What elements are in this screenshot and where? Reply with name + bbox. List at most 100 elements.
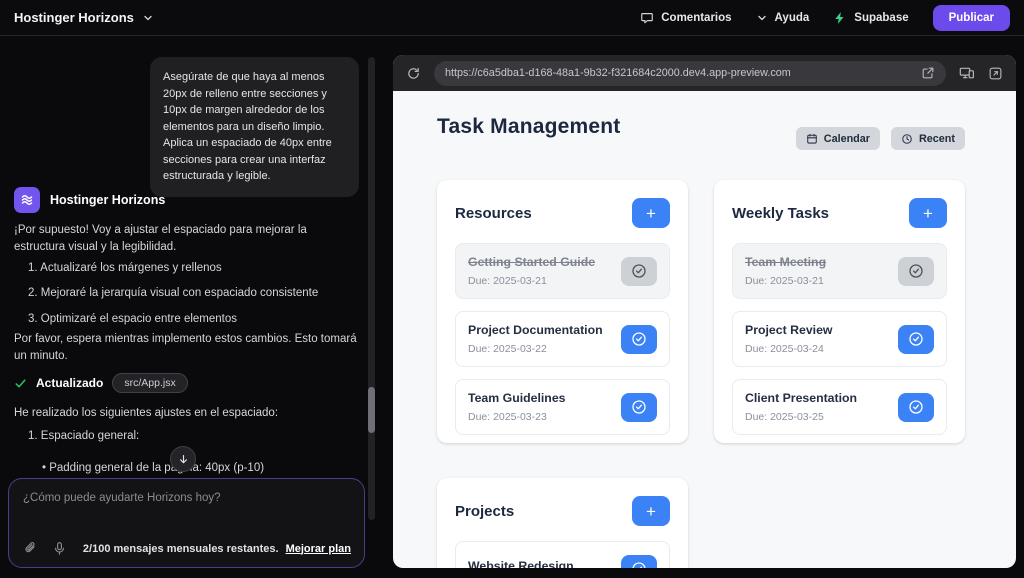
card-title: Resources	[455, 205, 532, 222]
task-due: Due: 2025-03-24	[745, 343, 832, 355]
task-due: Due: 2025-03-23	[468, 411, 566, 423]
scroll-to-bottom-button[interactable]	[170, 446, 196, 472]
open-external-icon[interactable]	[921, 66, 935, 80]
task-title: Client Presentation	[745, 391, 857, 405]
task-due: Due: 2025-03-25	[745, 411, 857, 423]
task-title: Team Guidelines	[468, 391, 566, 405]
assistant-step: 2. Mejoraré la jerarquía visual con espa…	[28, 285, 358, 302]
user-message-text-1: Asegúrate de que haya al menos 20px de r…	[163, 69, 346, 135]
clock-icon	[901, 133, 913, 145]
chevron-down-icon	[142, 12, 154, 24]
task-title: Team Meeting	[745, 255, 826, 269]
toggle-complete-button[interactable]	[621, 393, 657, 422]
top-bar: Hostinger Horizons Comentarios Ayuda Sup…	[0, 0, 1024, 36]
workspace-menu[interactable]: Hostinger Horizons	[14, 10, 154, 25]
supabase-button[interactable]: Supabase	[833, 11, 908, 25]
chat-input[interactable]: ¿Cómo puede ayudarte Horizons hoy? 2/100…	[8, 478, 365, 568]
view-toggle-buttons: Calendar Recent	[796, 127, 965, 150]
assistant-steps: 1. Actualizaré los márgenes y rellenos 2…	[28, 260, 358, 336]
assistant-summary-intro: He realizado los siguientes ajustes en e…	[14, 405, 358, 422]
toggle-complete-button[interactable]	[898, 325, 934, 354]
assistant-name: Hostinger Horizons	[50, 193, 165, 207]
check-circle-icon	[908, 263, 924, 279]
check-icon	[14, 377, 27, 390]
preview-page: Task Management Calendar Recent Resource…	[393, 91, 1016, 568]
status-label: Actualizado	[36, 376, 103, 390]
attachment-icon[interactable]	[23, 541, 38, 556]
app-preview-panel: https://c6a5dba1-d168-48a1-9b32-f321684c…	[393, 55, 1016, 568]
toggle-complete-button[interactable]	[898, 257, 934, 286]
preview-browser-bar: https://c6a5dba1-d168-48a1-9b32-f321684c…	[393, 55, 1016, 91]
calendar-label: Calendar	[824, 133, 870, 145]
task-row: Team Meeting Due: 2025-03-21	[732, 243, 947, 299]
user-message: Asegúrate de que haya al menos 20px de r…	[150, 57, 359, 197]
chevron-down-icon	[756, 12, 768, 24]
chat-panel: Asegúrate de que haya al menos 20px de r…	[0, 36, 380, 578]
task-row: Project Documentation Due: 2025-03-22	[455, 311, 670, 367]
task-row: Getting Started Guide Due: 2025-03-21	[455, 243, 670, 299]
task-title: Project Documentation	[468, 323, 603, 337]
assistant-step: 3. Optimizaré el espacio entre elementos	[28, 311, 358, 328]
add-item-button[interactable]: +	[632, 198, 670, 228]
recent-button[interactable]: Recent	[891, 127, 965, 150]
recent-label: Recent	[919, 133, 955, 145]
check-circle-icon	[631, 399, 647, 415]
task-due: Due: 2025-03-21	[745, 275, 826, 287]
topbar-actions: Comentarios Ayuda Supabase Publicar	[640, 5, 1010, 31]
toggle-complete-button[interactable]	[898, 393, 934, 422]
chat-scrollbar-thumb[interactable]	[368, 387, 375, 433]
task-due: Due: 2025-03-21	[468, 275, 595, 287]
microphone-icon[interactable]	[52, 541, 67, 556]
task-title: Website Redesign	[468, 559, 574, 568]
user-message-text-2: Aplica un espaciado de 40px entre seccio…	[163, 135, 346, 185]
card-projects: Projects + Website Redesign	[437, 478, 688, 568]
check-circle-icon	[908, 399, 924, 415]
task-row: Team Guidelines Due: 2025-03-23	[455, 379, 670, 435]
check-circle-icon	[631, 561, 647, 568]
help-menu[interactable]: Ayuda	[756, 12, 810, 24]
supabase-bolt-icon	[833, 11, 847, 25]
add-item-button[interactable]: +	[909, 198, 947, 228]
check-circle-icon	[631, 263, 647, 279]
assistant-summary-bullet: • Padding general de la página: 40px (p-…	[42, 460, 352, 477]
file-chip[interactable]: src/App.jsx	[112, 373, 187, 393]
toggle-complete-button[interactable]	[621, 257, 657, 286]
chat-input-placeholder: ¿Cómo puede ayudarte Horizons hoy?	[23, 492, 350, 504]
comments-label: Comentarios	[661, 12, 731, 24]
comments-button[interactable]: Comentarios	[640, 11, 731, 25]
upgrade-plan-link[interactable]: Mejorar plan	[286, 543, 351, 555]
toggle-complete-button[interactable]	[621, 325, 657, 354]
assistant-summary-section: 1. Espaciado general:	[28, 428, 372, 445]
task-due: Due: 2025-03-22	[468, 343, 603, 355]
page-title: Task Management	[437, 115, 621, 139]
assistant-intro: ¡Por supuesto! Voy a ajustar el espaciad…	[14, 222, 358, 257]
expand-icon[interactable]	[988, 66, 1003, 81]
arrow-down-icon	[177, 453, 190, 466]
task-title: Getting Started Guide	[468, 255, 595, 269]
quota-text: 2/100 mensajes mensuales restantes.	[83, 543, 279, 555]
check-circle-icon	[631, 331, 647, 347]
card-title: Weekly Tasks	[732, 205, 829, 222]
task-row: Client Presentation Due: 2025-03-25	[732, 379, 947, 435]
update-status-row: Actualizado src/App.jsx	[14, 373, 188, 393]
comment-icon	[640, 11, 654, 25]
add-item-button[interactable]: +	[632, 496, 670, 526]
assistant-header: Hostinger Horizons	[14, 187, 165, 213]
refresh-icon[interactable]	[406, 66, 421, 81]
card-title: Projects	[455, 503, 514, 520]
toggle-complete-button[interactable]	[621, 555, 657, 569]
help-label: Ayuda	[775, 12, 810, 24]
url-text: https://c6a5dba1-d168-48a1-9b32-f321684c…	[445, 67, 913, 79]
url-bar[interactable]: https://c6a5dba1-d168-48a1-9b32-f321684c…	[434, 61, 946, 86]
task-title: Project Review	[745, 323, 832, 337]
devices-icon[interactable]	[959, 65, 975, 81]
card-weekly-tasks: Weekly Tasks + Team Meeting Due: 2025-03…	[714, 180, 965, 443]
publish-button[interactable]: Publicar	[933, 5, 1010, 31]
chat-scrollbar-track	[368, 57, 375, 520]
calendar-button[interactable]: Calendar	[796, 127, 880, 150]
assistant-wait-text: Por favor, espera mientras implemento es…	[14, 331, 358, 366]
horizons-logo-icon	[14, 187, 40, 213]
app-title: Hostinger Horizons	[14, 10, 134, 25]
check-circle-icon	[908, 331, 924, 347]
chat-input-toolbar: 2/100 mensajes mensuales restantes. Mejo…	[23, 541, 351, 556]
